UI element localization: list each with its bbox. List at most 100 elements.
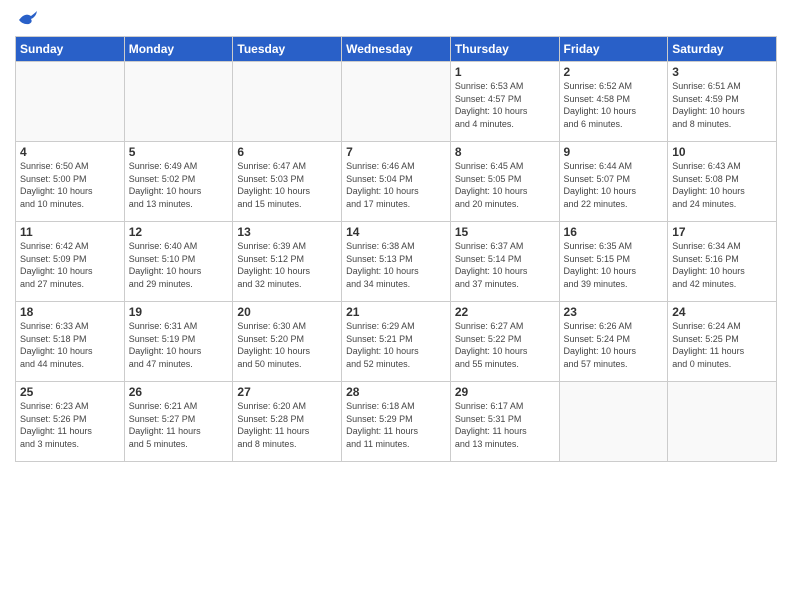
day-info: Sunrise: 6:44 AM Sunset: 5:07 PM Dayligh… [564, 160, 664, 210]
calendar-cell: 12Sunrise: 6:40 AM Sunset: 5:10 PM Dayli… [124, 222, 233, 302]
day-number: 13 [237, 225, 337, 239]
day-number: 10 [672, 145, 772, 159]
day-info: Sunrise: 6:39 AM Sunset: 5:12 PM Dayligh… [237, 240, 337, 290]
day-info: Sunrise: 6:51 AM Sunset: 4:59 PM Dayligh… [672, 80, 772, 130]
calendar-cell: 27Sunrise: 6:20 AM Sunset: 5:28 PM Dayli… [233, 382, 342, 462]
day-info: Sunrise: 6:33 AM Sunset: 5:18 PM Dayligh… [20, 320, 120, 370]
day-number: 17 [672, 225, 772, 239]
day-number: 12 [129, 225, 229, 239]
day-info: Sunrise: 6:37 AM Sunset: 5:14 PM Dayligh… [455, 240, 555, 290]
calendar-cell: 5Sunrise: 6:49 AM Sunset: 5:02 PM Daylig… [124, 142, 233, 222]
day-info: Sunrise: 6:18 AM Sunset: 5:29 PM Dayligh… [346, 400, 446, 450]
calendar-cell: 20Sunrise: 6:30 AM Sunset: 5:20 PM Dayli… [233, 302, 342, 382]
calendar-cell: 21Sunrise: 6:29 AM Sunset: 5:21 PM Dayli… [342, 302, 451, 382]
day-header-sunday: Sunday [16, 37, 125, 62]
day-info: Sunrise: 6:47 AM Sunset: 5:03 PM Dayligh… [237, 160, 337, 210]
calendar-cell: 13Sunrise: 6:39 AM Sunset: 5:12 PM Dayli… [233, 222, 342, 302]
week-row-3: 18Sunrise: 6:33 AM Sunset: 5:18 PM Dayli… [16, 302, 777, 382]
day-info: Sunrise: 6:35 AM Sunset: 5:15 PM Dayligh… [564, 240, 664, 290]
calendar-cell: 8Sunrise: 6:45 AM Sunset: 5:05 PM Daylig… [450, 142, 559, 222]
calendar-cell: 26Sunrise: 6:21 AM Sunset: 5:27 PM Dayli… [124, 382, 233, 462]
calendar-cell: 16Sunrise: 6:35 AM Sunset: 5:15 PM Dayli… [559, 222, 668, 302]
calendar-cell: 4Sunrise: 6:50 AM Sunset: 5:00 PM Daylig… [16, 142, 125, 222]
day-info: Sunrise: 6:50 AM Sunset: 5:00 PM Dayligh… [20, 160, 120, 210]
week-row-0: 1Sunrise: 6:53 AM Sunset: 4:57 PM Daylig… [16, 62, 777, 142]
day-header-friday: Friday [559, 37, 668, 62]
logo [15, 10, 39, 28]
day-number: 16 [564, 225, 664, 239]
week-row-1: 4Sunrise: 6:50 AM Sunset: 5:00 PM Daylig… [16, 142, 777, 222]
day-header-wednesday: Wednesday [342, 37, 451, 62]
day-number: 5 [129, 145, 229, 159]
calendar-cell [233, 62, 342, 142]
day-number: 3 [672, 65, 772, 79]
day-number: 6 [237, 145, 337, 159]
day-number: 1 [455, 65, 555, 79]
day-header-monday: Monday [124, 37, 233, 62]
calendar-cell: 17Sunrise: 6:34 AM Sunset: 5:16 PM Dayli… [668, 222, 777, 302]
day-info: Sunrise: 6:34 AM Sunset: 5:16 PM Dayligh… [672, 240, 772, 290]
calendar-cell: 28Sunrise: 6:18 AM Sunset: 5:29 PM Dayli… [342, 382, 451, 462]
week-row-2: 11Sunrise: 6:42 AM Sunset: 5:09 PM Dayli… [16, 222, 777, 302]
day-number: 26 [129, 385, 229, 399]
calendar-cell: 22Sunrise: 6:27 AM Sunset: 5:22 PM Dayli… [450, 302, 559, 382]
day-info: Sunrise: 6:52 AM Sunset: 4:58 PM Dayligh… [564, 80, 664, 130]
calendar-cell: 14Sunrise: 6:38 AM Sunset: 5:13 PM Dayli… [342, 222, 451, 302]
day-info: Sunrise: 6:49 AM Sunset: 5:02 PM Dayligh… [129, 160, 229, 210]
day-info: Sunrise: 6:17 AM Sunset: 5:31 PM Dayligh… [455, 400, 555, 450]
calendar-cell: 18Sunrise: 6:33 AM Sunset: 5:18 PM Dayli… [16, 302, 125, 382]
calendar-table: SundayMondayTuesdayWednesdayThursdayFrid… [15, 36, 777, 462]
calendar-cell: 9Sunrise: 6:44 AM Sunset: 5:07 PM Daylig… [559, 142, 668, 222]
day-number: 22 [455, 305, 555, 319]
day-number: 27 [237, 385, 337, 399]
day-info: Sunrise: 6:20 AM Sunset: 5:28 PM Dayligh… [237, 400, 337, 450]
calendar-cell: 10Sunrise: 6:43 AM Sunset: 5:08 PM Dayli… [668, 142, 777, 222]
day-info: Sunrise: 6:30 AM Sunset: 5:20 PM Dayligh… [237, 320, 337, 370]
day-info: Sunrise: 6:46 AM Sunset: 5:04 PM Dayligh… [346, 160, 446, 210]
day-number: 29 [455, 385, 555, 399]
day-number: 20 [237, 305, 337, 319]
day-number: 24 [672, 305, 772, 319]
day-info: Sunrise: 6:26 AM Sunset: 5:24 PM Dayligh… [564, 320, 664, 370]
calendar-cell: 15Sunrise: 6:37 AM Sunset: 5:14 PM Dayli… [450, 222, 559, 302]
calendar-cell: 24Sunrise: 6:24 AM Sunset: 5:25 PM Dayli… [668, 302, 777, 382]
day-info: Sunrise: 6:24 AM Sunset: 5:25 PM Dayligh… [672, 320, 772, 370]
day-info: Sunrise: 6:42 AM Sunset: 5:09 PM Dayligh… [20, 240, 120, 290]
day-number: 7 [346, 145, 446, 159]
day-number: 9 [564, 145, 664, 159]
calendar-cell [559, 382, 668, 462]
day-info: Sunrise: 6:53 AM Sunset: 4:57 PM Dayligh… [455, 80, 555, 130]
day-number: 28 [346, 385, 446, 399]
calendar-cell: 11Sunrise: 6:42 AM Sunset: 5:09 PM Dayli… [16, 222, 125, 302]
day-number: 14 [346, 225, 446, 239]
day-number: 19 [129, 305, 229, 319]
header-row: SundayMondayTuesdayWednesdayThursdayFrid… [16, 37, 777, 62]
day-number: 2 [564, 65, 664, 79]
day-number: 25 [20, 385, 120, 399]
day-info: Sunrise: 6:45 AM Sunset: 5:05 PM Dayligh… [455, 160, 555, 210]
day-header-tuesday: Tuesday [233, 37, 342, 62]
calendar-cell [342, 62, 451, 142]
day-number: 18 [20, 305, 120, 319]
calendar-cell [124, 62, 233, 142]
week-row-4: 25Sunrise: 6:23 AM Sunset: 5:26 PM Dayli… [16, 382, 777, 462]
calendar-cell: 19Sunrise: 6:31 AM Sunset: 5:19 PM Dayli… [124, 302, 233, 382]
day-info: Sunrise: 6:31 AM Sunset: 5:19 PM Dayligh… [129, 320, 229, 370]
day-header-thursday: Thursday [450, 37, 559, 62]
day-number: 8 [455, 145, 555, 159]
calendar-cell: 29Sunrise: 6:17 AM Sunset: 5:31 PM Dayli… [450, 382, 559, 462]
day-info: Sunrise: 6:40 AM Sunset: 5:10 PM Dayligh… [129, 240, 229, 290]
calendar-cell [16, 62, 125, 142]
calendar-cell: 23Sunrise: 6:26 AM Sunset: 5:24 PM Dayli… [559, 302, 668, 382]
calendar-cell [668, 382, 777, 462]
day-number: 11 [20, 225, 120, 239]
day-info: Sunrise: 6:43 AM Sunset: 5:08 PM Dayligh… [672, 160, 772, 210]
calendar-cell: 6Sunrise: 6:47 AM Sunset: 5:03 PM Daylig… [233, 142, 342, 222]
day-info: Sunrise: 6:23 AM Sunset: 5:26 PM Dayligh… [20, 400, 120, 450]
calendar-cell: 1Sunrise: 6:53 AM Sunset: 4:57 PM Daylig… [450, 62, 559, 142]
day-info: Sunrise: 6:27 AM Sunset: 5:22 PM Dayligh… [455, 320, 555, 370]
day-info: Sunrise: 6:38 AM Sunset: 5:13 PM Dayligh… [346, 240, 446, 290]
day-number: 21 [346, 305, 446, 319]
day-number: 15 [455, 225, 555, 239]
day-number: 23 [564, 305, 664, 319]
